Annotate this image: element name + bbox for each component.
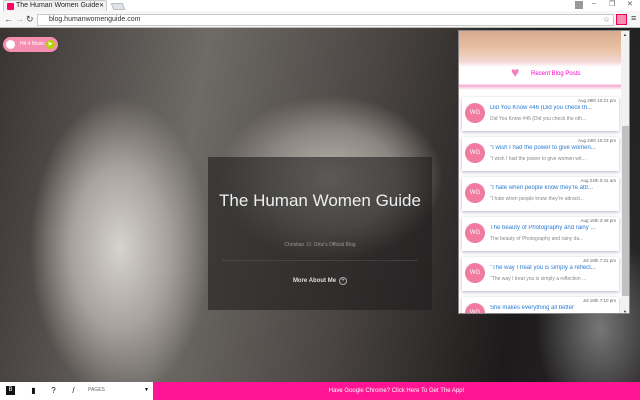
new-tab-button[interactable]: [110, 3, 126, 10]
popup-banner: ♥ Recent Blog Posts: [459, 31, 621, 93]
browser-tab[interactable]: The Human Women Guide ✕: [3, 0, 107, 11]
favicon-icon: [7, 3, 14, 10]
site-title: The Human Women Guide: [219, 191, 421, 210]
bottom-bar: B ▮ ? / PAGES ▼ Have Google Chrome? Click…: [0, 382, 640, 400]
play-icon[interactable]: ▶: [46, 40, 55, 49]
close-tab-icon[interactable]: ✕: [99, 1, 104, 11]
divider: [222, 260, 418, 261]
forward-icon[interactable]: →: [15, 14, 24, 24]
more-about-me-link[interactable]: More About Me +: [208, 277, 432, 285]
reload-icon[interactable]: ↻: [26, 14, 34, 25]
hero-panel: The Human Women Guide Christian .O. Orti…: [208, 157, 432, 310]
minimize-button[interactable]: –: [592, 0, 596, 7]
restore-button[interactable]: ❐: [609, 0, 615, 8]
blog-post-item[interactable]: WG Jul 18th 7:31 pm "The way I treat you…: [462, 257, 619, 291]
avatar: WG: [465, 143, 485, 163]
scroll-down-icon[interactable]: ▼: [623, 309, 627, 313]
scroll-up-icon[interactable]: ▲: [623, 32, 627, 37]
post-excerpt: "The way I treat you is simply a reflect…: [490, 276, 587, 282]
page-icon[interactable]: ▮: [29, 386, 38, 395]
extension-popup: ♥ Recent Blog Posts WG Aug 28th 10:21 pm…: [458, 30, 630, 314]
blogger-icon[interactable]: B: [6, 386, 15, 395]
post-title[interactable]: She makes everything all better: [490, 305, 615, 311]
blog-post-item[interactable]: WG Jul 18th 7:10 pm She makes everything…: [462, 297, 619, 313]
scrollbar-thumb[interactable]: [622, 126, 629, 296]
music-widget[interactable]: Hit 4 Music ▶: [3, 37, 58, 52]
avatar: WG: [465, 223, 485, 243]
scrollbar[interactable]: ▲ ▼: [621, 31, 629, 313]
avatar: WG: [465, 103, 485, 123]
blog-post-item[interactable]: WG Aug 24th 0:41 am "I hate when people …: [462, 177, 619, 211]
pages-dropdown[interactable]: PAGES ▼: [88, 387, 152, 393]
avatar: WG: [465, 303, 485, 313]
tab-bar: The Human Women Guide ✕ – ❐ ✕: [0, 0, 640, 11]
avatar: WG: [465, 263, 485, 283]
post-title[interactable]: "The way I treat you is simply a reflect…: [490, 265, 615, 271]
blog-post-item[interactable]: WG Aug 24th 10:23 pm "I wish I had the p…: [462, 137, 619, 171]
post-title[interactable]: Did You Know #46 (Did you check th...: [490, 105, 615, 111]
post-title[interactable]: The beauty of Photography and rainy ...: [490, 225, 615, 231]
music-label: Hit 4 Music: [20, 41, 45, 47]
user-icon[interactable]: [575, 1, 583, 9]
address-bar: ← → ↻ blog.humanwomenguide.com ☆ ≡: [0, 11, 640, 28]
avatar: WG: [465, 183, 485, 203]
more-label: More About Me: [292, 278, 337, 284]
post-title[interactable]: "I wish I had the power to give women...: [490, 145, 615, 151]
blog-post-item[interactable]: WG Aug 15th 3:48 pm The beauty of Photog…: [462, 217, 619, 251]
post-date: Jul 18th 7:10 pm: [582, 298, 616, 303]
blog-post-item[interactable]: WG Aug 28th 10:21 pm Did You Know #46 (D…: [462, 97, 619, 131]
post-title[interactable]: "I hate when people know they're attr...: [490, 185, 615, 191]
post-date: Aug 24th 10:23 pm: [577, 138, 616, 143]
url-text: blog.humanwomenguide.com: [49, 16, 141, 23]
back-icon[interactable]: ←: [4, 14, 13, 24]
chrome-app-banner[interactable]: Have Google Chrome? Click Here To Get Th…: [153, 382, 640, 400]
heart-icon: ♥: [511, 64, 520, 80]
menu-icon[interactable]: ≡: [631, 13, 636, 23]
post-excerpt: "I hate when people know they're attract…: [490, 196, 584, 202]
popup-heading: Recent Blog Posts: [531, 71, 581, 77]
speaker-icon: [6, 40, 15, 49]
url-input[interactable]: blog.humanwomenguide.com ☆: [37, 14, 614, 26]
tab-title: The Human Women Guide: [16, 2, 100, 9]
post-date: Aug 28th 10:21 pm: [577, 98, 616, 103]
post-excerpt: Did You Know #46 (Did you check the oth.…: [490, 116, 587, 122]
extension-icon[interactable]: [616, 14, 627, 25]
close-window-button[interactable]: ✕: [627, 0, 633, 8]
caret-down-icon: ▼: [144, 387, 149, 393]
pen-icon[interactable]: /: [69, 386, 78, 395]
pages-label: PAGES: [88, 387, 105, 393]
site-subtitle: Christian .O. Ortiz's Official Blog: [284, 242, 356, 248]
bookmark-star-icon[interactable]: ☆: [603, 15, 610, 25]
post-date: Aug 24th 0:41 am: [580, 178, 616, 183]
post-excerpt: The beauty of Photography and rainy da..…: [490, 236, 584, 242]
post-excerpt: "I wish I had the power to give women wi…: [490, 156, 586, 162]
help-icon[interactable]: ?: [49, 386, 58, 395]
post-date: Aug 15th 3:48 pm: [580, 218, 616, 223]
post-date: Jul 18th 7:31 pm: [582, 258, 616, 263]
plus-icon: +: [339, 277, 348, 285]
